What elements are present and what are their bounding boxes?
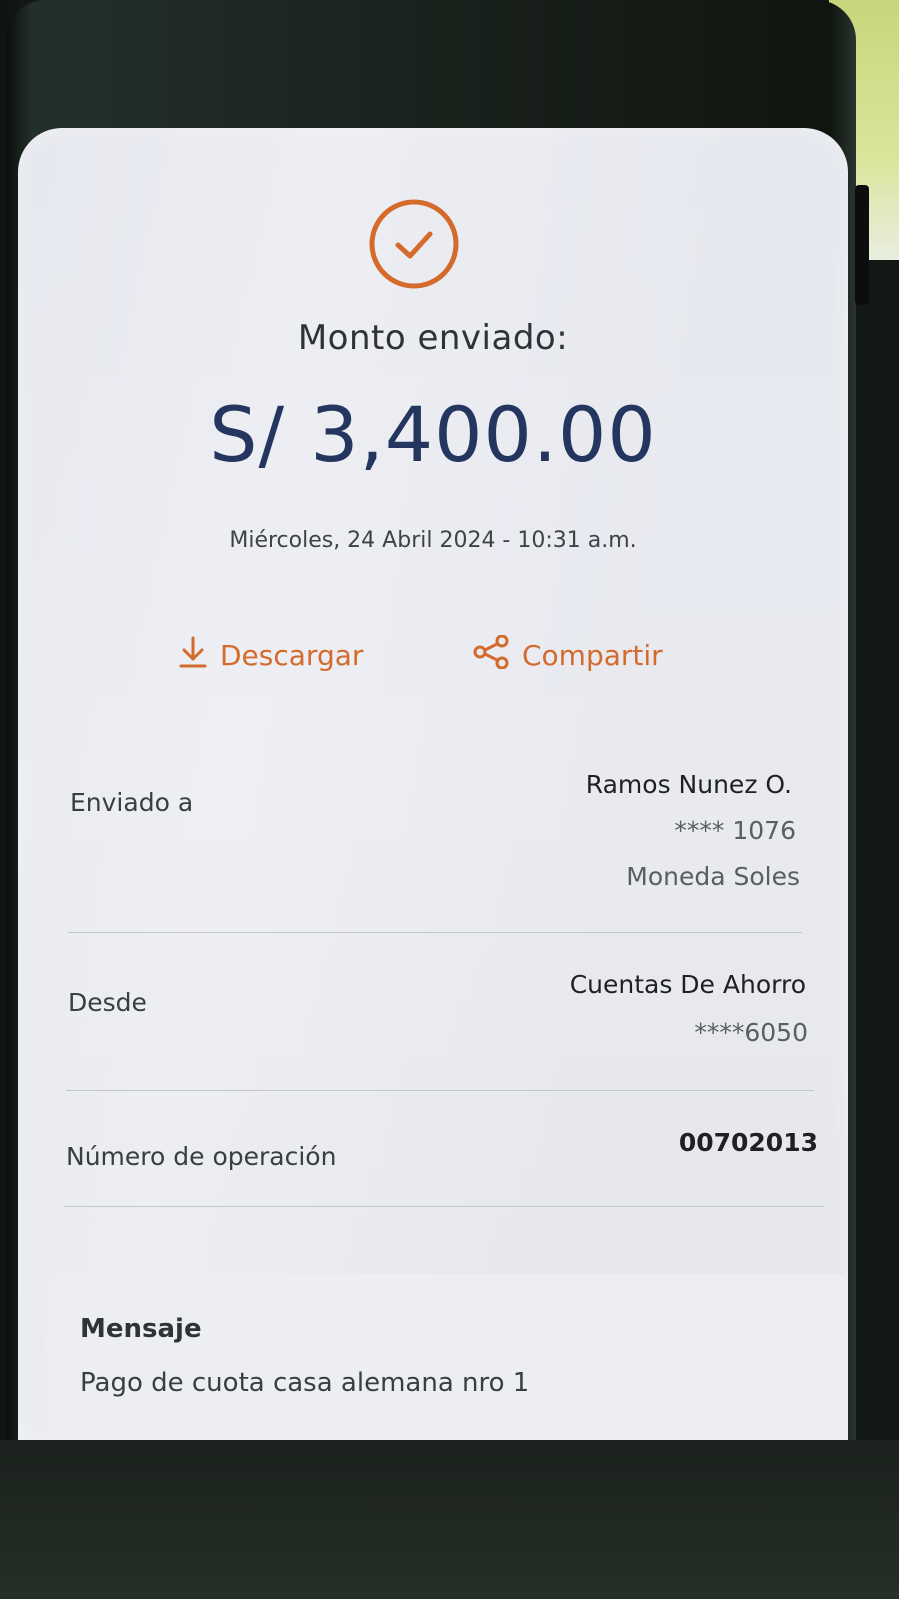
operation-label: Número de operación [66,1142,337,1171]
from-account: ****6050 [694,1018,808,1047]
divider [68,932,802,933]
phone-side-button [855,185,869,305]
receipt-actions: Descargar Compartir [178,630,698,680]
message-text: Pago de cuota casa alemana nro 1 [80,1368,530,1398]
recipient-name: Ramos Nunez O. [585,770,792,799]
receipt-screen: Monto enviado: S/ 3,400.00 Miércoles, 24… [18,128,848,1440]
from-account-type: Cuentas De Ahorro [569,970,806,999]
from-label: Desde [68,988,147,1017]
divider [64,1206,824,1207]
download-icon [178,635,220,676]
download-label: Descargar [220,638,364,672]
download-button[interactable]: Descargar [178,630,363,680]
divider [66,1090,814,1091]
operation-number: 00702013 [678,1128,818,1157]
recipient-account: **** 1076 [674,816,796,845]
recipient-currency: Moneda Soles [626,862,800,891]
share-button[interactable]: Compartir [472,630,663,680]
page-title: Monto enviado: [297,318,569,358]
check-circle-icon [368,198,460,290]
message-label: Mensaje [80,1314,202,1344]
phone-bottom-bezel [0,1440,899,1599]
photo-background: Monto enviado: S/ 3,400.00 Miércoles, 24… [0,0,899,1599]
share-icon [472,634,522,676]
amount-sent: S/ 3,400.00 [209,390,657,479]
transaction-datetime: Miércoles, 24 Abril 2024 - 10:31 a.m. [229,528,637,553]
share-label: Compartir [522,638,663,672]
sent-to-label: Enviado a [70,788,194,817]
message-card: Mensaje Pago de cuota casa alemana nro 1 [46,1274,848,1440]
